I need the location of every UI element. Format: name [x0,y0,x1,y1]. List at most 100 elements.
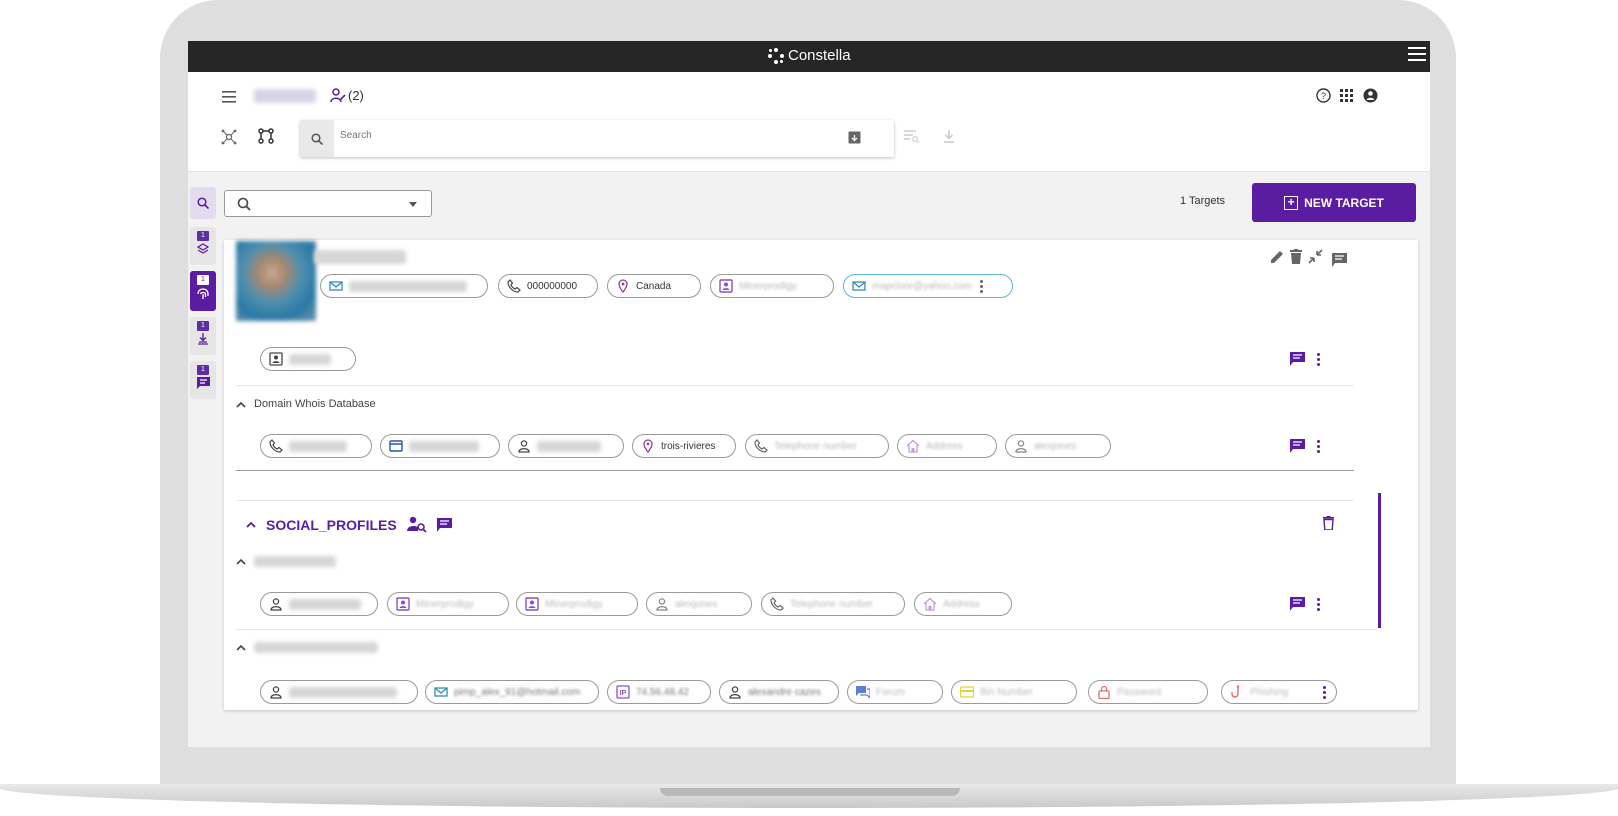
import-icon [198,333,208,345]
chip-phone[interactable]: 000000000 [498,274,598,298]
chip-address[interactable]: Address [897,434,997,458]
delete-section-icon[interactable] [1323,516,1334,532]
lock-icon [1097,685,1111,699]
tree-view-icon[interactable] [258,128,274,146]
chip-more-icon[interactable] [980,279,984,293]
user-profile-icon [525,597,539,611]
target-card: 000000000 Canada Minerprodigy mapcloor@y… [224,240,1418,710]
chevron-down-icon [409,202,417,207]
chip-person[interactable] [260,680,418,704]
delete-icon[interactable] [1290,249,1302,266]
chip-address-label: Address [926,440,963,452]
chip-address[interactable]: Address [914,592,1012,616]
chip-city[interactable]: trois-rivieres [632,434,736,458]
chip-email[interactable]: pimp_alex_91@hotmail.com [425,680,599,704]
chip-email-label: mapcloor@yahoo.com [872,280,973,292]
home-icon [906,439,920,453]
chip-telephone[interactable]: Telephone number [761,592,905,616]
search-icon [237,197,251,211]
chip-name[interactable]: alexjones [1005,434,1111,458]
chevron-up-icon [236,644,246,651]
chip-username[interactable]: Minerprodigy [710,274,834,298]
case-assignees[interactable]: (2) [330,88,364,103]
chip-person[interactable] [260,592,378,616]
chip-person[interactable] [508,434,624,458]
comment-icon[interactable] [1290,352,1305,366]
target-filter-select[interactable] [224,190,432,217]
forum-icon [856,685,870,699]
credit-card-icon [960,685,974,699]
location-pin-icon [641,439,655,453]
chip-email-label: pimp_alex_91@hotmail.com [454,686,581,698]
menu-icon[interactable] [222,91,236,105]
chip-name-label: alexjones [1034,440,1077,452]
chip-location[interactable]: Canada [607,274,701,298]
chip-email-selected[interactable]: mapcloor@yahoo.com [843,274,1013,298]
section-domain-whois[interactable]: Domain Whois Database [236,398,376,410]
help-icon[interactable]: ? [1316,88,1331,105]
chip-domain[interactable] [380,434,500,458]
search-icon[interactable] [300,120,334,157]
chip-phone-label: 000000000 [527,280,578,292]
add-icon: + [1284,195,1299,210]
download-icon[interactable] [943,130,955,145]
rail-targets-button[interactable]: 1 [190,271,216,311]
chip-password[interactable]: Password [1088,680,1208,704]
row-more-icon[interactable] [1317,439,1321,453]
rail-badge: 1 [197,321,209,331]
section-social-profiles[interactable]: SOCIAL_PROFILES [246,516,452,533]
new-target-button[interactable]: + NEW TARGET [1252,183,1416,222]
rail-comments-button[interactable]: 1 [190,361,216,399]
subsection-social-2[interactable] [236,642,378,653]
graph-view-icon[interactable] [221,129,237,147]
chip-forum[interactable]: Forum [847,680,943,704]
collapse-icon[interactable] [1308,249,1323,266]
apps-grid-icon[interactable] [1340,89,1353,104]
filter-list-icon[interactable] [904,130,919,145]
rail-search-button[interactable] [190,187,216,219]
subsection-social-1[interactable] [236,556,336,567]
rail-cases-button[interactable]: 1 [190,227,216,265]
chip-name[interactable]: alexjones [646,592,752,616]
chip-bin-number[interactable]: Bin Number [951,680,1077,704]
left-rail: 1 1 1 1 [190,187,216,417]
app-menu-icon[interactable] [1408,47,1426,63]
comment-icon[interactable] [1290,597,1305,611]
account-icon[interactable] [1363,88,1378,105]
phone-icon [754,439,768,453]
phone-icon [770,597,784,611]
person-search-icon[interactable] [406,516,427,533]
row-actions [1290,352,1321,366]
chip-phone[interactable] [260,434,372,458]
email-icon [434,685,448,699]
person-icon [728,685,742,699]
search-input[interactable] [340,130,840,141]
fingerprint-icon [197,288,209,299]
row-more-icon[interactable] [1323,686,1327,699]
rail-badge: 1 [197,231,209,241]
top-bar: Constella [188,41,1430,72]
person-icon [1014,439,1028,453]
chip-telephone[interactable]: Telephone number [745,434,889,458]
comment-icon[interactable] [1290,439,1305,453]
chip-username[interactable]: Minerprodigy [516,592,638,616]
rail-badge: 1 [197,275,209,285]
comment-icon[interactable] [1332,253,1347,269]
row-more-icon[interactable] [1317,352,1321,366]
archive-icon[interactable] [848,131,861,146]
chip-username[interactable]: Minerprodigy [387,592,509,616]
chip-identity-card[interactable] [260,347,356,371]
chip-ip[interactable]: IP 74.56.48.42 [607,680,711,704]
row-more-icon[interactable] [1317,597,1321,611]
row-actions [1290,597,1321,611]
rail-import-button[interactable]: 1 [190,317,216,355]
comment-icon[interactable] [436,517,452,532]
chip-email[interactable] [320,274,488,298]
chip-phishing[interactable]: Phishing [1221,680,1337,704]
chip-name[interactable]: alexandre cazes [719,680,839,704]
location-pin-icon [616,279,630,293]
email-icon [329,279,343,293]
edit-icon[interactable] [1270,250,1284,266]
layers-icon [197,243,209,254]
scroll-indicator[interactable] [1378,493,1381,628]
